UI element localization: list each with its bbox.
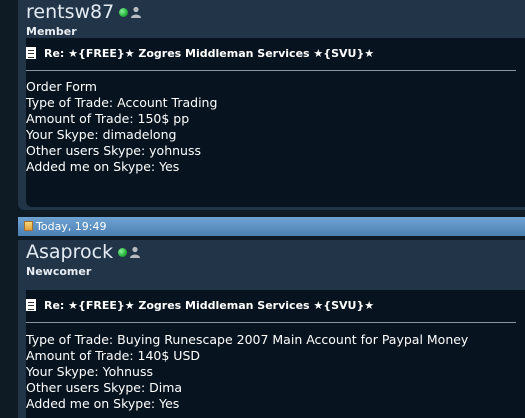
document-icon bbox=[26, 47, 36, 59]
post-body: Type of Trade: Buying Runescape 2007 Mai… bbox=[26, 332, 525, 412]
document-icon bbox=[26, 299, 36, 311]
post-title-text: Re: ★{FREE}★ Zogres Middleman Services ★… bbox=[44, 47, 375, 60]
online-status-icon bbox=[118, 247, 128, 257]
body-line: Amount of Trade: 140$ USD bbox=[26, 348, 201, 363]
title-divider bbox=[26, 70, 516, 71]
user-profile-icon[interactable] bbox=[130, 6, 142, 18]
body-line: Type of Trade: Buying Runescape 2007 Mai… bbox=[26, 332, 469, 347]
body-line: Added me on Skype: Yes bbox=[26, 159, 180, 174]
post-date-bar: Today, 19:49 bbox=[18, 217, 525, 236]
post-message: Re: ★{FREE}★ Zogres Middleman Services ★… bbox=[26, 290, 525, 418]
post: rentsw87 Member Re: ★{FREE}★ Zogres Midd… bbox=[18, 0, 525, 210]
post-date: Today, 19:49 bbox=[36, 220, 107, 233]
user-title: Newcomer bbox=[26, 265, 92, 278]
post-user-info: Asaprock Newcomer bbox=[26, 240, 141, 278]
post: Asaprock Newcomer Re: ★{FREE}★ Zogres Mi… bbox=[18, 240, 525, 418]
body-line: Added me on Skype: Yes bbox=[26, 396, 180, 411]
username-link[interactable]: rentsw87 bbox=[26, 0, 114, 24]
body-line: Amount of Trade: 150$ pp bbox=[26, 111, 190, 126]
post-message: Re: ★{FREE}★ Zogres Middleman Services ★… bbox=[26, 38, 525, 207]
body-line: Other users Skype: yohnuss bbox=[26, 143, 201, 158]
body-line: Your Skype: dimadelong bbox=[26, 127, 177, 142]
post-title: Re: ★{FREE}★ Zogres Middleman Services ★… bbox=[26, 290, 525, 317]
body-line: Order Form bbox=[26, 79, 97, 94]
body-line: Your Skype: Yohnuss bbox=[26, 364, 154, 379]
username-link[interactable]: Asaprock bbox=[26, 240, 113, 264]
user-title: Member bbox=[26, 25, 77, 38]
post-user-info: rentsw87 Member bbox=[26, 0, 142, 38]
online-status-icon bbox=[119, 7, 129, 17]
body-line: Type of Trade: Account Trading bbox=[26, 95, 218, 110]
post-date-icon bbox=[24, 221, 33, 231]
post-body: Order Form Type of Trade: Account Tradin… bbox=[26, 79, 525, 175]
post-title-text: Re: ★{FREE}★ Zogres Middleman Services ★… bbox=[44, 299, 375, 312]
post-title: Re: ★{FREE}★ Zogres Middleman Services ★… bbox=[26, 38, 525, 65]
body-line: Other users Skype: Dima bbox=[26, 380, 183, 395]
title-divider bbox=[26, 322, 516, 323]
user-profile-icon[interactable] bbox=[129, 246, 141, 258]
